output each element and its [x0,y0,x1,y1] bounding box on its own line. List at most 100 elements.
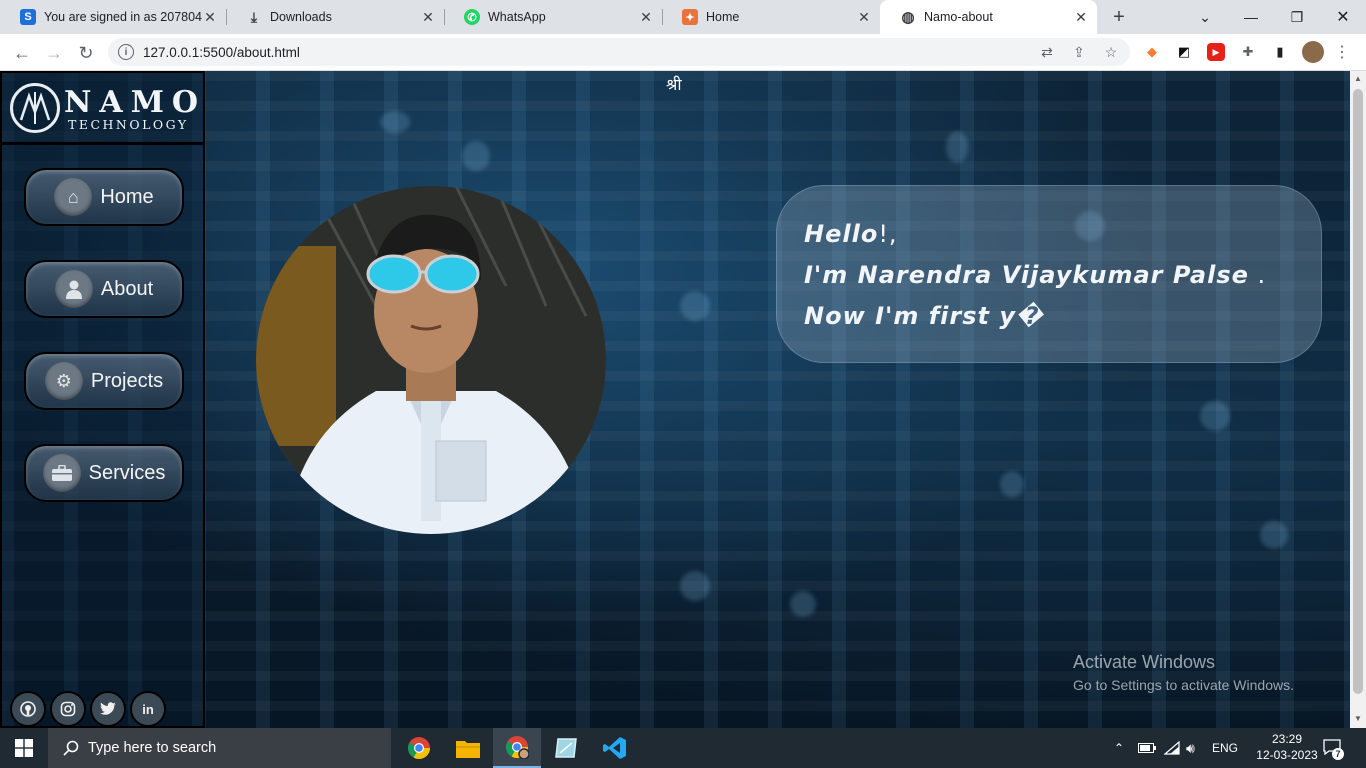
gear-icon: ⚙ [44,362,83,400]
nav-label: Projects [90,369,164,392]
download-icon: ⤓ [250,8,258,25]
divider [2,142,203,145]
notification-count-badge: 7 [1332,748,1344,760]
chevron-down-icon[interactable]: ⌄ [1182,0,1228,34]
home-icon: ⌂ [54,178,93,216]
profile-photo [256,186,606,534]
chevron-up-icon[interactable]: ⌃ [1114,728,1124,768]
greeting-line-1: Hello!, [804,220,898,248]
nav-services-button[interactable]: Services [24,444,184,502]
greeting-name-suffix: . [1248,261,1267,289]
greeting-line-3: Now I'm first y� [804,302,1044,330]
info-icon[interactable]: i [118,44,134,60]
close-icon[interactable]: ✕ [202,9,218,25]
language-indicator[interactable]: ENG [1212,728,1238,768]
activate-windows-watermark: Activate Windows Go to Settings to activ… [1073,652,1294,693]
greeting-hello-suffix: !, [878,220,898,248]
logo-title: NAMO [64,85,207,120]
tab-namo-about[interactable]: ◍ Namo-about ✕ [880,0,1097,34]
close-icon[interactable]: ✕ [638,9,654,25]
close-icon[interactable]: ✕ [1073,9,1089,25]
greeting-hello: Hello [804,220,879,248]
page-viewport: NAMO TECHNOLOGY ⌂ Home About ⚙ Projects … [0,71,1350,728]
file-explorer-taskbar-icon[interactable] [444,728,492,768]
close-icon[interactable]: ✕ [420,9,436,25]
window-close-button[interactable]: ✕ [1320,0,1366,34]
puzzle-extensions-icon[interactable]: ✚ [1239,43,1257,61]
tab-title: Home [706,10,740,24]
browser-tab-strip: S You are signed in as 2078046 ✕ ⤓ Downl… [0,0,1366,34]
briefcase-icon [42,454,81,492]
scroll-down-icon[interactable]: ▼ [1353,714,1363,724]
address-bar[interactable]: i 127.0.0.1:5500/about.html ⇄ ⇪ ☆ [108,38,1130,66]
vscode-taskbar-icon[interactable] [591,728,639,768]
logo-subtitle: TECHNOLOGY [68,117,189,132]
greeting-name: I'm Narendra Vijaykumar Palse [804,261,1249,289]
bookmark-star-icon[interactable]: ☆ [1102,43,1120,61]
minimize-button[interactable]: — [1228,0,1274,34]
tab-title: WhatsApp [488,10,546,24]
nav-about-button[interactable]: About [24,260,184,318]
logo-mark-icon [10,83,60,133]
puzzle-logo-icon: ✦ [682,9,698,25]
reload-button[interactable]: ↻ [73,40,99,66]
scroll-thumb[interactable] [1353,89,1363,694]
clock-date: 12-03-2023 [1256,748,1318,762]
battery-icon[interactable] [1138,728,1156,768]
shri-mark: श्री [666,75,682,94]
tab-home[interactable]: ✦ Home ✕ [662,0,880,34]
app-taskbar-icon[interactable] [542,728,590,768]
github-icon[interactable] [10,691,46,727]
scroll-up-icon[interactable]: ▲ [1353,74,1363,84]
greeting-line-2: I'm Narendra Vijaykumar Palse . [804,261,1266,289]
tab-downloads[interactable]: ⤓ Downloads ✕ [226,0,444,34]
tab-whatsapp[interactable]: ✆ WhatsApp ✕ [444,0,662,34]
back-button[interactable]: ← [9,40,35,66]
watermark-subtitle: Go to Settings to activate Windows. [1073,677,1294,693]
tab-title: You are signed in as 2078046 [44,10,202,24]
youtube-extension-icon[interactable]: ▶ [1207,43,1225,61]
nav-label: Home [100,185,154,208]
translate-icon[interactable]: ⇄ [1038,43,1056,61]
extension-icon[interactable]: ◩ [1175,43,1193,61]
close-icon[interactable]: ✕ [856,9,872,25]
forward-button[interactable]: → [41,40,67,66]
user-icon [54,270,93,308]
windows-taskbar: Type here to search ⌃ 🔊︎ ENG 23:29 12-03… [0,728,1366,768]
tab-signed-in[interactable]: S You are signed in as 2078046 ✕ [0,0,226,34]
page-scrollbar[interactable]: ▲ ▼ [1350,71,1366,728]
side-panel-icon[interactable]: ▮ [1271,43,1289,61]
notification-icon[interactable]: 7 [1322,738,1344,760]
url-text[interactable]: 127.0.0.1:5500/about.html [143,45,300,60]
sidebar: NAMO TECHNOLOGY ⌂ Home About ⚙ Projects … [0,71,205,728]
restore-button[interactable]: ❐ [1274,0,1320,34]
whatsapp-icon: ✆ [464,9,480,25]
linkedin-icon[interactable]: in [130,691,166,727]
tab-title: Downloads [270,10,332,24]
windows-start-icon[interactable] [0,728,48,768]
instagram-icon[interactable] [50,691,86,727]
globe-icon: ◍ [901,9,915,26]
nav-label: Services [88,461,166,484]
share-icon[interactable]: ⇪ [1070,43,1088,61]
avatar[interactable] [1302,41,1324,63]
chrome-taskbar-icon[interactable] [395,728,443,768]
nav-projects-button[interactable]: ⚙ Projects [24,352,184,410]
taskbar-clock[interactable]: 23:29 12-03-2023 [1256,731,1318,763]
taskbar-search-input[interactable]: Type here to search [48,728,391,768]
s-icon: S [20,9,36,25]
chrome-profile-taskbar-icon[interactable] [493,728,541,768]
new-tab-button[interactable]: + [1108,6,1130,28]
namo-logo[interactable]: NAMO TECHNOLOGY [10,81,200,135]
wifi-icon[interactable] [1164,728,1180,768]
watermark-title: Activate Windows [1073,652,1216,672]
nav-label: About [100,277,154,300]
menu-dots-icon[interactable]: ⋮ [1333,43,1351,61]
volume-icon[interactable]: 🔊︎ [1186,728,1195,768]
extension-icon[interactable]: ◆ [1143,43,1161,61]
nav-home-button[interactable]: ⌂ Home [24,168,184,226]
search-placeholder: Type here to search [88,740,217,756]
tab-title: Namo-about [924,10,993,24]
greeting-card: Hello!, I'm Narendra Vijaykumar Palse . … [776,185,1322,363]
twitter-icon[interactable] [90,691,126,727]
